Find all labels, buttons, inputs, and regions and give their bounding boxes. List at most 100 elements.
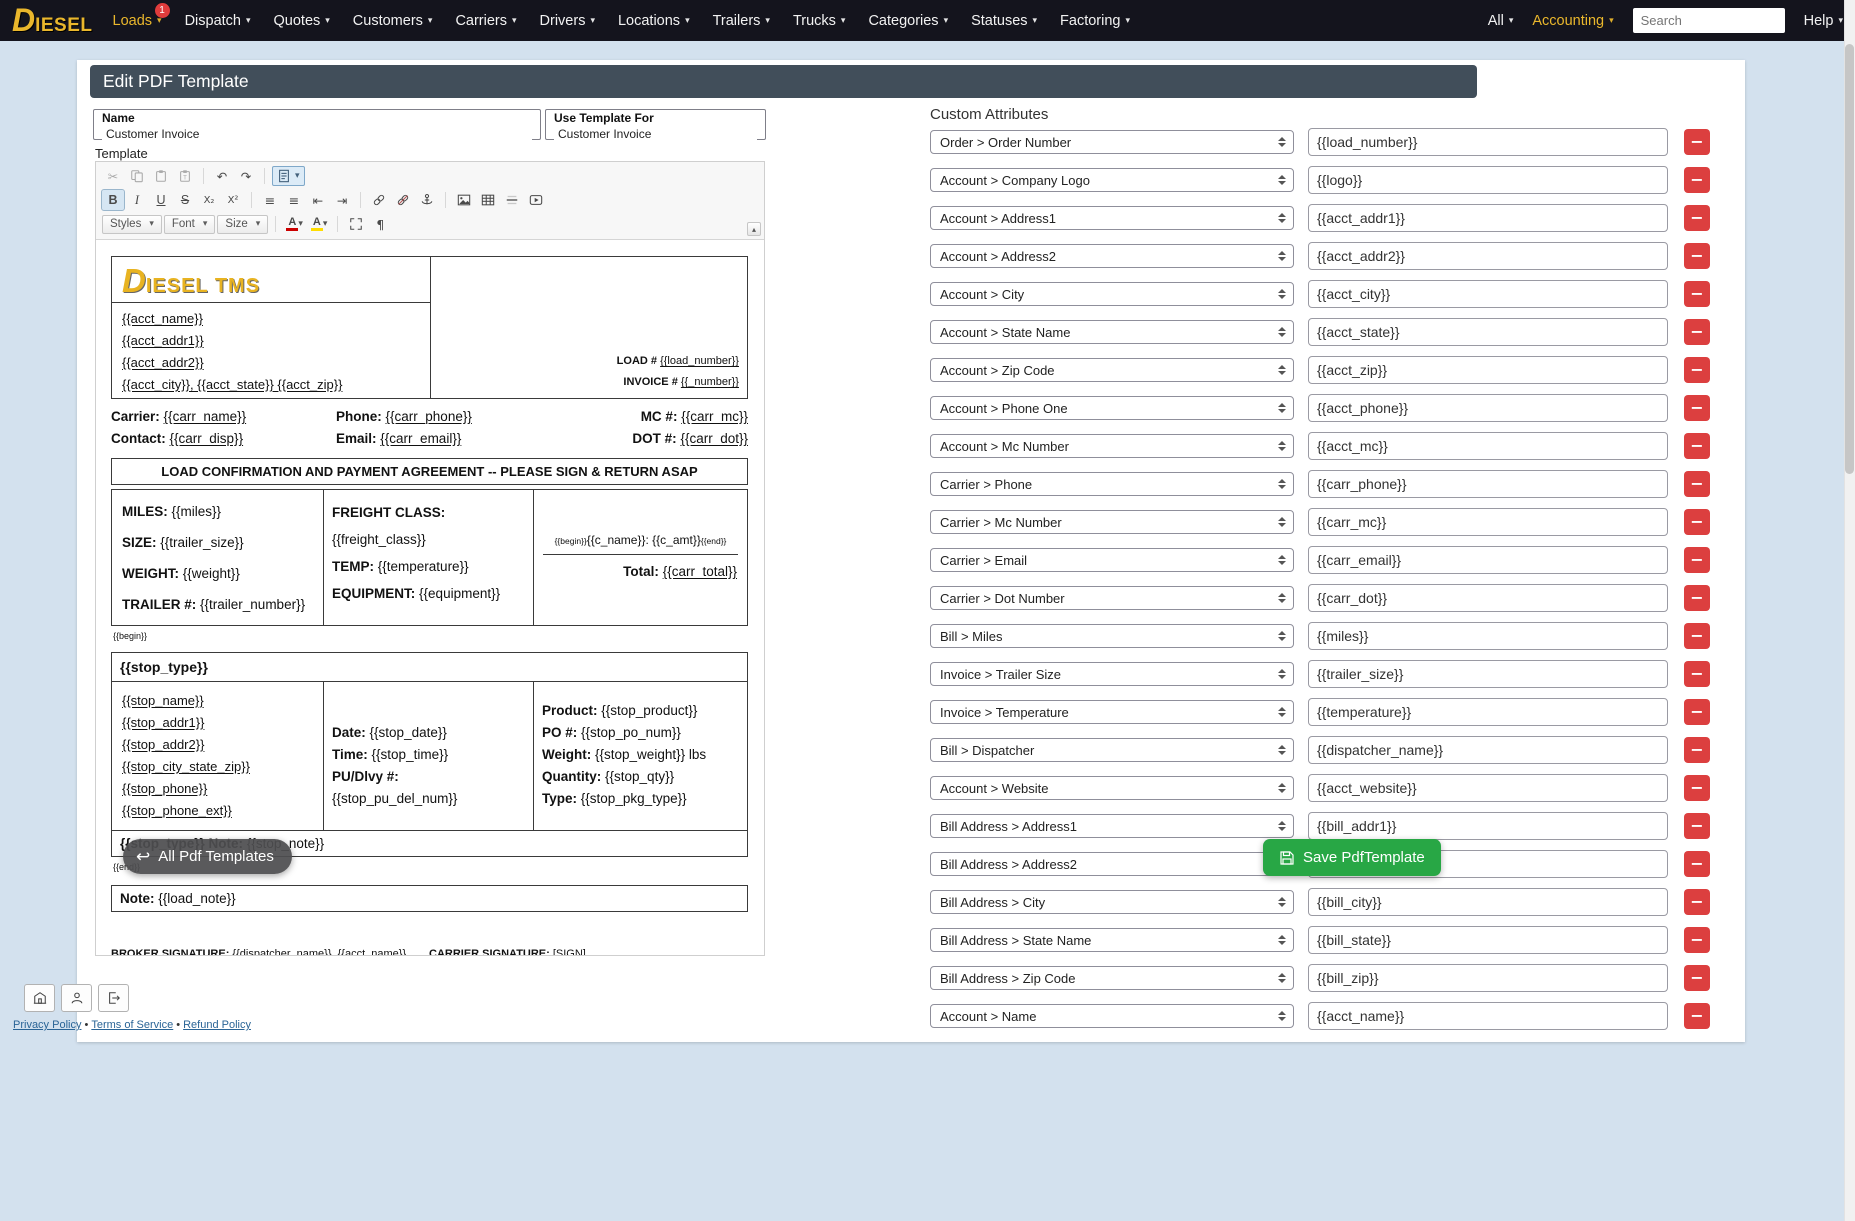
remove-attribute-button[interactable]: −: [1684, 1003, 1710, 1029]
nav-item-all[interactable]: All ▾: [1488, 13, 1514, 29]
text-color-button[interactable]: A ▾: [283, 214, 306, 234]
bulleted-list-icon[interactable]: ≡: [283, 190, 305, 210]
attribute-select[interactable]: Bill > Miles: [930, 624, 1294, 648]
user-account-button[interactable]: [61, 984, 92, 1012]
footer-link[interactable]: Privacy Policy: [13, 1019, 81, 1031]
remove-attribute-button[interactable]: −: [1684, 851, 1710, 877]
attribute-token-input[interactable]: [1308, 888, 1668, 916]
redo-icon[interactable]: ↷: [235, 166, 257, 186]
attribute-select[interactable]: Account > City: [930, 282, 1294, 306]
attribute-select[interactable]: Bill Address > Address1: [930, 814, 1294, 838]
nav-item-locations[interactable]: Locations▾: [618, 13, 690, 29]
remove-attribute-button[interactable]: −: [1684, 547, 1710, 573]
maximize-icon[interactable]: [345, 214, 367, 234]
remove-attribute-button[interactable]: −: [1684, 167, 1710, 193]
nav-item-trucks[interactable]: Trucks▾: [793, 13, 846, 29]
attribute-select[interactable]: Carrier > Email: [930, 548, 1294, 572]
remove-attribute-button[interactable]: −: [1684, 319, 1710, 345]
attribute-token-input[interactable]: [1308, 128, 1668, 156]
attribute-select[interactable]: Account > Mc Number: [930, 434, 1294, 458]
strikethrough-icon[interactable]: S: [174, 190, 196, 210]
embed-media-icon[interactable]: [525, 190, 547, 210]
attribute-select[interactable]: Carrier > Dot Number: [930, 586, 1294, 610]
template-name-input[interactable]: [102, 128, 532, 141]
company-home-button[interactable]: [24, 984, 55, 1012]
attribute-token-input[interactable]: [1308, 280, 1668, 308]
nav-item-accounting[interactable]: Accounting ▾: [1532, 13, 1613, 29]
nav-item-trailers[interactable]: Trailers▾: [713, 13, 770, 29]
attribute-select[interactable]: Carrier > Mc Number: [930, 510, 1294, 534]
nav-item-carriers[interactable]: Carriers▾: [455, 13, 516, 29]
horizontal-rule-icon[interactable]: [501, 190, 523, 210]
remove-attribute-button[interactable]: −: [1684, 509, 1710, 535]
attribute-token-input[interactable]: [1308, 470, 1668, 498]
remove-attribute-button[interactable]: −: [1684, 471, 1710, 497]
use-template-for-input[interactable]: [554, 128, 757, 141]
remove-attribute-button[interactable]: −: [1684, 205, 1710, 231]
background-color-button[interactable]: A ▾: [308, 214, 331, 234]
app-logo[interactable]: DIESEL: [12, 5, 93, 37]
nav-item-quotes[interactable]: Quotes▾: [274, 13, 330, 29]
table-icon[interactable]: [477, 190, 499, 210]
page-scrollbar[interactable]: [1844, 0, 1855, 1221]
undo-icon[interactable]: ↶: [211, 166, 233, 186]
cut-icon[interactable]: ✂: [102, 166, 124, 186]
attribute-select[interactable]: Invoice > Temperature: [930, 700, 1294, 724]
logout-button[interactable]: [98, 984, 129, 1012]
footer-link[interactable]: Refund Policy: [183, 1019, 251, 1031]
indent-icon[interactable]: ⇥: [331, 190, 353, 210]
attribute-select[interactable]: Bill Address > State Name: [930, 928, 1294, 952]
nav-item-help[interactable]: Help ▾: [1804, 13, 1843, 29]
all-pdf-templates-button[interactable]: ↩ All Pdf Templates: [123, 839, 292, 874]
underline-icon[interactable]: U: [150, 190, 172, 210]
attribute-token-input[interactable]: [1308, 318, 1668, 346]
toolbar-collapse-button[interactable]: ▴: [747, 222, 761, 236]
remove-attribute-button[interactable]: −: [1684, 661, 1710, 687]
remove-attribute-button[interactable]: −: [1684, 585, 1710, 611]
remove-attribute-button[interactable]: −: [1684, 737, 1710, 763]
italic-icon[interactable]: I: [126, 190, 148, 210]
anchor-icon[interactable]: [416, 190, 438, 210]
attribute-select[interactable]: Account > State Name: [930, 320, 1294, 344]
remove-attribute-button[interactable]: −: [1684, 433, 1710, 459]
numbered-list-icon[interactable]: ≡: [259, 190, 281, 210]
remove-attribute-button[interactable]: −: [1684, 927, 1710, 953]
attribute-token-input[interactable]: [1308, 964, 1668, 992]
show-blocks-icon[interactable]: ¶: [369, 214, 391, 234]
remove-attribute-button[interactable]: −: [1684, 699, 1710, 725]
attribute-select[interactable]: Account > Company Logo: [930, 168, 1294, 192]
nav-item-categories[interactable]: Categories▾: [868, 13, 948, 29]
attribute-token-input[interactable]: [1308, 774, 1668, 802]
attribute-token-input[interactable]: [1308, 204, 1668, 232]
remove-attribute-button[interactable]: −: [1684, 357, 1710, 383]
outdent-icon[interactable]: ⇤: [307, 190, 329, 210]
superscript-icon[interactable]: X²: [222, 190, 244, 210]
size-dropdown[interactable]: Size ▾: [217, 215, 268, 234]
footer-link[interactable]: Terms of Service: [91, 1019, 173, 1031]
attribute-select[interactable]: Account > Address1: [930, 206, 1294, 230]
copy-icon[interactable]: [126, 166, 148, 186]
attribute-select[interactable]: Bill > Dispatcher: [930, 738, 1294, 762]
nav-item-statuses[interactable]: Statuses▾: [971, 13, 1037, 29]
nav-item-factoring[interactable]: Factoring▾: [1060, 13, 1130, 29]
attribute-token-input[interactable]: [1308, 166, 1668, 194]
remove-attribute-button[interactable]: −: [1684, 775, 1710, 801]
remove-attribute-button[interactable]: −: [1684, 889, 1710, 915]
scrollbar-thumb[interactable]: [1845, 44, 1854, 474]
attribute-select[interactable]: Carrier > Phone: [930, 472, 1294, 496]
save-pdf-template-button[interactable]: Save PdfTemplate: [1263, 839, 1441, 876]
attribute-token-input[interactable]: [1308, 546, 1668, 574]
paste-icon[interactable]: [150, 166, 172, 186]
image-icon[interactable]: [453, 190, 475, 210]
attribute-select[interactable]: Account > Website: [930, 776, 1294, 800]
attribute-select[interactable]: Account > Address2: [930, 244, 1294, 268]
attribute-token-input[interactable]: [1308, 242, 1668, 270]
attribute-token-input[interactable]: [1308, 1002, 1668, 1030]
attribute-token-input[interactable]: [1308, 660, 1668, 688]
attribute-select[interactable]: Account > Phone One: [930, 396, 1294, 420]
attribute-select[interactable]: Order > Order Number: [930, 130, 1294, 154]
nav-item-loads[interactable]: Loads▾1: [113, 13, 162, 29]
attribute-select[interactable]: Invoice > Trailer Size: [930, 662, 1294, 686]
subscript-icon[interactable]: X₂: [198, 190, 220, 210]
attribute-select[interactable]: Account > Name: [930, 1004, 1294, 1028]
